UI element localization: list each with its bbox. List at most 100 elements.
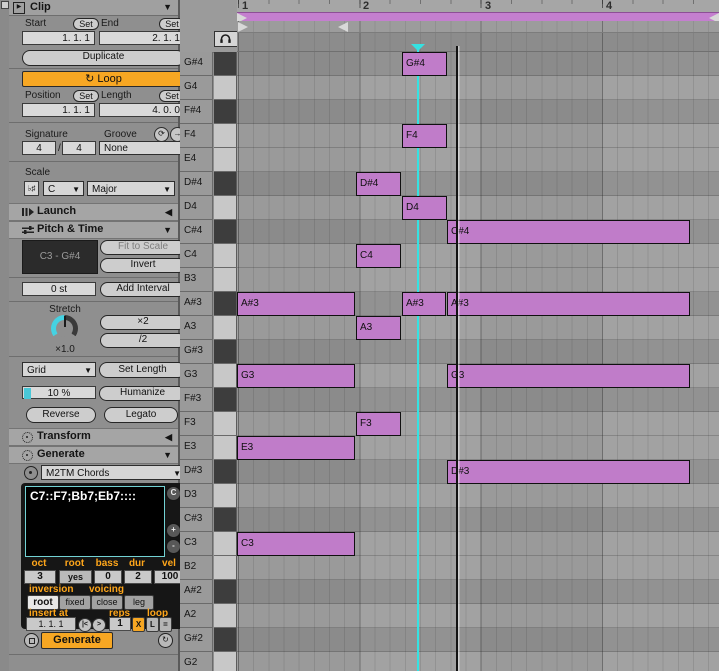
scale-name-select[interactable]: Major ▼: [87, 181, 175, 196]
root-field[interactable]: yes: [59, 570, 92, 584]
insert-marker-line[interactable]: [456, 46, 458, 671]
piano-key[interactable]: [214, 52, 237, 76]
generator-preset-select[interactable]: M2TM Chords ▼: [41, 465, 185, 480]
clip-end-marker[interactable]: [338, 22, 348, 32]
piano-key[interactable]: [214, 340, 237, 364]
grid-lane[interactable]: [237, 124, 719, 148]
step-forward-button[interactable]: >: [92, 618, 106, 632]
piano-key[interactable]: [214, 316, 237, 340]
stretch-value[interactable]: ×1.0: [39, 344, 91, 355]
plus-button[interactable]: +: [166, 523, 181, 538]
midi-note[interactable]: C#4: [447, 220, 690, 244]
clip-panel-header[interactable]: ▶ Clip ▼: [9, 0, 178, 16]
piano-key[interactable]: [214, 244, 237, 268]
scale-accidental-toggle[interactable]: ♭♯: [24, 181, 39, 196]
grid-lane[interactable]: [237, 604, 719, 628]
end-value-field[interactable]: 2. 1. 1: [99, 31, 185, 45]
signature-numerator-field[interactable]: 4: [22, 141, 56, 155]
length-value-field[interactable]: 4. 0. 0: [99, 103, 185, 117]
midi-note[interactable]: C3: [237, 532, 355, 556]
piano-key[interactable]: [214, 556, 237, 580]
beat-ruler[interactable]: 1234: [237, 0, 719, 12]
piano-key[interactable]: [214, 124, 237, 148]
midi-note[interactable]: A#3: [237, 292, 355, 316]
grid-lane[interactable]: [237, 628, 719, 652]
grid-lane[interactable]: [237, 412, 719, 436]
stretch-knob[interactable]: [51, 315, 78, 342]
groove-commit-icon[interactable]: ⟳: [154, 127, 169, 142]
midi-note[interactable]: D#3: [447, 460, 690, 484]
midi-note[interactable]: D#4: [356, 172, 401, 196]
collapse-left-icon[interactable]: ◀: [165, 205, 172, 220]
midi-note[interactable]: F4: [402, 124, 447, 148]
piano-key[interactable]: [214, 532, 237, 556]
piano-key[interactable]: [214, 484, 237, 508]
loop-x-toggle[interactable]: X: [132, 617, 145, 632]
grid-lane[interactable]: [237, 52, 719, 76]
set-length-button[interactable]: Set Length: [99, 362, 186, 378]
grid-lane[interactable]: [237, 196, 719, 220]
loop-button[interactable]: ↻ Loop: [22, 71, 185, 87]
collapse-down-icon[interactable]: ▼: [163, 223, 172, 238]
grid-lane[interactable]: [237, 76, 719, 100]
piano-key[interactable]: [214, 268, 237, 292]
piano-key[interactable]: [214, 292, 237, 316]
start-value-field[interactable]: 1. 1. 1: [22, 31, 95, 45]
grid-lane[interactable]: [237, 244, 719, 268]
piano-key[interactable]: [214, 508, 237, 532]
grid-lane[interactable]: [237, 268, 719, 292]
scrub-area[interactable]: [237, 33, 719, 52]
launch-section-header[interactable]: Launch ◀: [9, 203, 178, 221]
clip-start-marker[interactable]: [238, 22, 248, 32]
generate-section-header[interactable]: Generate ▼: [9, 446, 178, 464]
piano-key[interactable]: [214, 100, 237, 124]
piano-key[interactable]: [214, 412, 237, 436]
grid-lane[interactable]: [237, 580, 719, 604]
piano-key[interactable]: [214, 652, 237, 671]
jump-start-button[interactable]: |<: [78, 618, 92, 632]
stretch-double-button[interactable]: ×2: [100, 315, 186, 330]
midi-note[interactable]: F3: [356, 412, 401, 436]
grid-lane[interactable]: [237, 340, 719, 364]
oct-field[interactable]: 3: [24, 570, 56, 584]
piano-key[interactable]: [214, 196, 237, 220]
grid-select[interactable]: Grid ▼: [22, 362, 96, 377]
minus-button[interactable]: -: [166, 539, 181, 554]
midi-note[interactable]: A#3: [402, 292, 446, 316]
start-set-button[interactable]: Set: [73, 18, 99, 30]
grid-lane[interactable]: [237, 100, 719, 124]
loop-eq-button[interactable]: =: [159, 617, 172, 632]
piano-key[interactable]: [214, 220, 237, 244]
grid-lane[interactable]: [237, 484, 719, 508]
piano-key[interactable]: [214, 580, 237, 604]
loop-bar[interactable]: [237, 12, 719, 21]
collapse-down-icon[interactable]: ▼: [163, 448, 172, 463]
grid-lane[interactable]: [237, 556, 719, 580]
groove-select[interactable]: None: [99, 141, 185, 155]
reverse-button[interactable]: Reverse: [26, 407, 96, 423]
piano-key[interactable]: [214, 604, 237, 628]
piano-key[interactable]: [214, 76, 237, 100]
stretch-half-button[interactable]: /2: [100, 333, 186, 348]
chord-code-box[interactable]: C7::F7;Bb7;Eb7::::: [25, 486, 165, 557]
piano-key[interactable]: [214, 364, 237, 388]
grid-lane[interactable]: [237, 316, 719, 340]
midi-note[interactable]: G3: [447, 364, 690, 388]
midi-note[interactable]: D4: [402, 196, 447, 220]
piano-key[interactable]: [214, 148, 237, 172]
clip-collapse-caret-icon[interactable]: ▼: [163, 2, 172, 12]
invert-button[interactable]: Invert: [100, 258, 186, 273]
device-window-icon[interactable]: [24, 633, 39, 648]
duplicate-button[interactable]: Duplicate: [22, 50, 185, 66]
scale-root-select[interactable]: C ▼: [43, 181, 84, 196]
add-interval-button[interactable]: Add Interval: [100, 282, 186, 297]
midi-note[interactable]: G#4: [402, 52, 447, 76]
loop-l-button[interactable]: L: [146, 617, 159, 632]
regenerate-icon[interactable]: ↻: [158, 633, 173, 648]
piano-key[interactable]: [214, 628, 237, 652]
fit-to-scale-button[interactable]: Fit to Scale: [100, 240, 186, 255]
grid-lane[interactable]: [237, 388, 719, 412]
grid-lane[interactable]: [237, 148, 719, 172]
grid-lane[interactable]: [237, 652, 719, 671]
preview-headphone-button[interactable]: [214, 31, 239, 47]
